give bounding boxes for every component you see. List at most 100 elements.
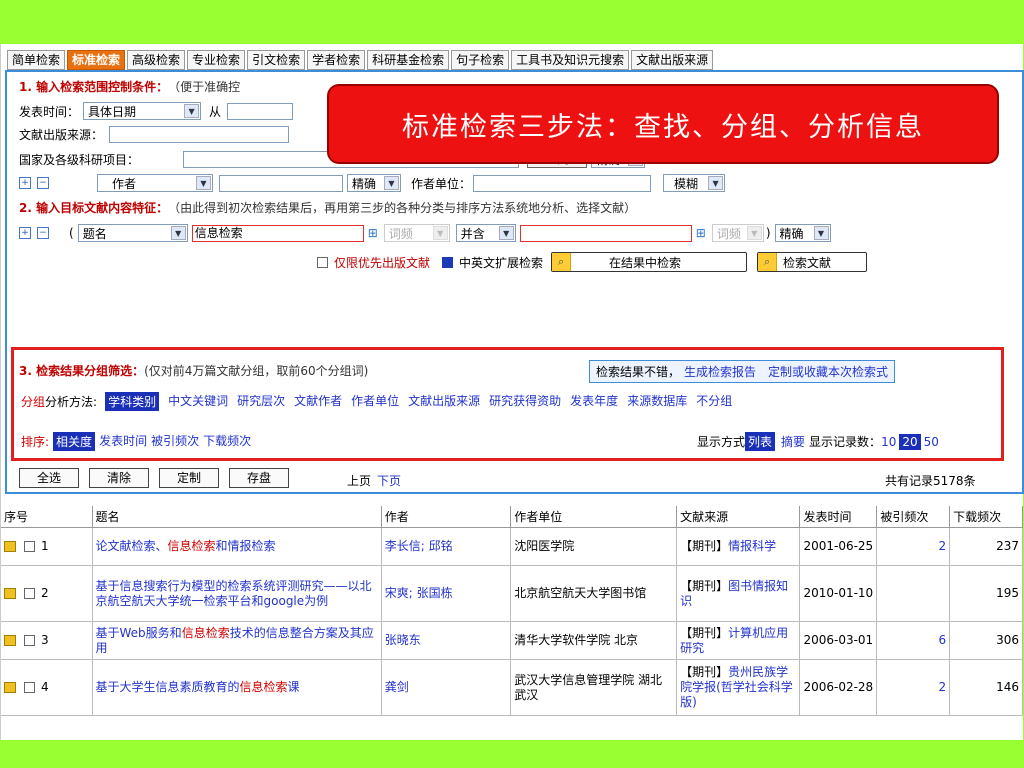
author-match-select[interactable]: 精确 ▼ [347, 174, 401, 192]
date-from-input[interactable] [227, 102, 294, 120]
prev-page-link[interactable]: 上页 [347, 472, 371, 489]
title-text[interactable]: 信息检索 [182, 626, 230, 640]
group-option[interactable]: 来源数据库 [627, 392, 687, 411]
tab-5[interactable]: 学者检索 [307, 50, 366, 70]
affil-match-select[interactable]: 模糊 ▼ [663, 174, 726, 192]
author-cell[interactable]: 张晓东 [381, 621, 512, 660]
save-query-link[interactable]: 定制或收藏本次检索式 [768, 363, 888, 380]
folder-icon[interactable] [4, 635, 16, 646]
group-option[interactable]: 学科类别 [105, 392, 160, 411]
expand-icon[interactable]: ⊞ [368, 226, 378, 240]
tab-1[interactable]: 标准检索 [67, 50, 126, 70]
title-cell[interactable]: 基于大学生信息素质教育的信息检索课 [92, 659, 382, 716]
cited-cell[interactable]: 2 [876, 527, 951, 566]
row-checkbox[interactable] [24, 541, 35, 552]
column-header[interactable]: 下载频次 [949, 506, 1023, 528]
group-option[interactable]: 研究获得资助 [489, 392, 561, 411]
sort-option[interactable]: 下载频次 [203, 432, 251, 451]
preprint-checkbox[interactable] [317, 256, 328, 268]
sort-option[interactable]: 被引频次 [151, 432, 199, 451]
row-checkbox[interactable] [24, 588, 35, 599]
author-input[interactable] [219, 174, 343, 192]
keyword-input[interactable]: 信息检索 [191, 224, 364, 242]
plus-icon[interactable]: + [19, 177, 31, 189]
minus-icon[interactable]: − [37, 177, 49, 189]
row-checkbox[interactable] [24, 682, 35, 693]
title-text[interactable]: 基于信息搜索行为模型的检索系统评测研究——以北京航空航天大学统一检索平台和goo… [96, 579, 372, 608]
display-abstract-option[interactable]: 摘要 [781, 433, 805, 450]
source-link[interactable]: 情报科学 [728, 539, 776, 553]
count-option[interactable]: 20 [899, 433, 921, 450]
folder-icon[interactable] [4, 588, 16, 599]
date-mode-select[interactable]: 具体日期 ▼ [83, 102, 202, 120]
group-option[interactable]: 文献出版来源 [408, 392, 480, 411]
generate-report-link[interactable]: 生成检索报告 [684, 363, 756, 380]
select-all-button[interactable]: 全选 [19, 468, 79, 488]
tab-6[interactable]: 科研基金检索 [367, 50, 450, 70]
column-header[interactable]: 序号 [1, 506, 93, 528]
tab-0[interactable]: 简单检索 [7, 50, 66, 70]
source-input[interactable] [109, 126, 290, 143]
freq-select[interactable]: 词频 ▼ [383, 224, 450, 242]
title-text[interactable]: 信息检索 [240, 680, 288, 694]
search-button[interactable]: ⌕ 检索文献 [757, 252, 868, 272]
group-option[interactable]: 作者单位 [351, 392, 399, 411]
author-cell[interactable]: 龚剑 [381, 659, 512, 716]
author-cell[interactable]: 宋爽; 张国栋 [381, 565, 512, 622]
cited-cell[interactable]: 6 [876, 621, 951, 660]
cn-en-checkbox[interactable] [442, 256, 454, 268]
title-cell[interactable]: 论文献检索、信息检索和情报检索 [92, 527, 382, 566]
column-header[interactable]: 作者单位 [510, 506, 678, 528]
count-option[interactable]: 50 [924, 435, 939, 449]
display-list-option[interactable]: 列表 [745, 432, 776, 451]
author-field-select[interactable]: 作者 ▼ [97, 174, 213, 192]
tab-4[interactable]: 引文检索 [247, 50, 306, 70]
field-select[interactable]: 题名 ▼ [77, 224, 188, 242]
next-page-link[interactable]: 下页 [377, 472, 401, 489]
plus-icon[interactable]: + [19, 227, 31, 239]
tab-2[interactable]: 高级检索 [127, 50, 186, 70]
save-button[interactable]: 存盘 [229, 468, 289, 488]
cited-cell[interactable]: 2 [876, 659, 951, 716]
column-header[interactable]: 作者 [381, 506, 512, 528]
title-cell[interactable]: 基于Web服务和信息检索技术的信息整合方案及其应用 [92, 621, 382, 660]
folder-icon[interactable] [4, 682, 16, 693]
author-cell[interactable]: 李长信; 邱铭 [381, 527, 512, 566]
affil-input[interactable] [473, 174, 652, 192]
source-cell[interactable]: 【期刊】图书情报知识 [676, 565, 801, 622]
title-text[interactable]: 和情报检索 [216, 539, 276, 553]
cited-cell[interactable] [876, 565, 951, 622]
source-cell[interactable]: 【期刊】情报科学 [676, 527, 801, 566]
source-cell[interactable]: 【期刊】贵州民族学院学报(哲学社会科学版) [676, 659, 801, 716]
search-in-results-button[interactable]: ⌕ 在结果中检索 [551, 252, 748, 272]
tab-8[interactable]: 工具书及知识元搜索 [511, 50, 630, 70]
minus-icon[interactable]: − [37, 227, 49, 239]
folder-icon[interactable] [4, 541, 16, 552]
tab-7[interactable]: 句子检索 [451, 50, 510, 70]
sort-option[interactable]: 相关度 [53, 432, 96, 451]
group-option[interactable]: 研究层次 [237, 392, 285, 411]
title-text[interactable]: 论文献检索、 [96, 539, 168, 553]
freq2-select[interactable]: 词频 ▼ [711, 224, 764, 242]
sort-option[interactable]: 发表时间 [99, 432, 147, 451]
clear-button[interactable]: 清除 [89, 468, 149, 488]
group-option[interactable]: 中文关键词 [168, 392, 228, 411]
column-header[interactable]: 题名 [92, 506, 382, 528]
group-option[interactable]: 不分组 [696, 392, 732, 411]
title-text[interactable]: 基于Web服务和 [96, 626, 182, 640]
expand-icon[interactable]: ⊞ [696, 226, 706, 240]
tab-3[interactable]: 专业检索 [187, 50, 246, 70]
source-cell[interactable]: 【期刊】计算机应用研究 [676, 621, 801, 660]
column-header[interactable]: 发表时间 [799, 506, 878, 528]
tab-9[interactable]: 文献出版来源 [631, 50, 714, 70]
custom-button[interactable]: 定制 [159, 468, 219, 488]
count-option[interactable]: 10 [881, 435, 896, 449]
row-checkbox[interactable] [24, 635, 35, 646]
title-text[interactable]: 信息检索 [168, 539, 216, 553]
title-text[interactable]: 课 [288, 680, 300, 694]
title-cell[interactable]: 基于信息搜索行为模型的检索系统评测研究——以北京航空航天大学统一检索平台和goo… [92, 565, 382, 622]
logic-select[interactable]: 并含 ▼ [455, 224, 516, 242]
match-select[interactable]: 精确 ▼ [774, 224, 831, 242]
column-header[interactable]: 被引频次 [876, 506, 951, 528]
title-text[interactable]: 基于大学生信息素质教育的 [96, 680, 240, 694]
